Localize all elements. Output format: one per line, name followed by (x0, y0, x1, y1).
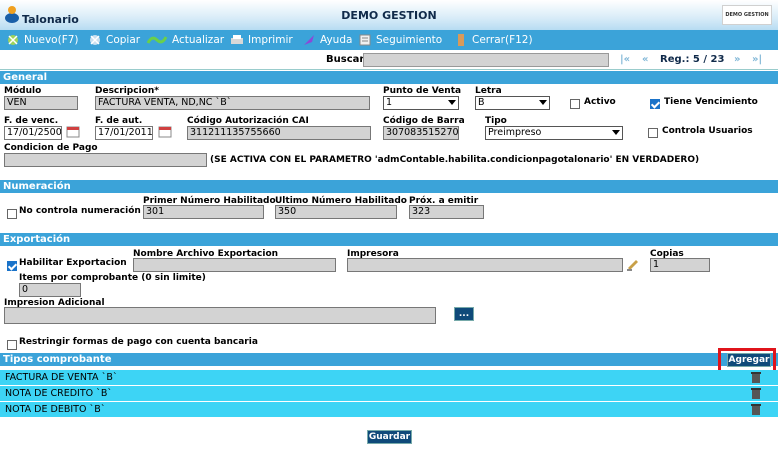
copias-field[interactable]: 1 (650, 258, 710, 272)
letra-label: Letra (475, 86, 502, 96)
modulo-field[interactable]: VEN (4, 96, 78, 110)
calendar-icon[interactable] (158, 124, 172, 141)
impresion-adicional-field[interactable] (4, 307, 436, 324)
no-controla-checkbox[interactable] (7, 209, 17, 219)
section-general: General (0, 71, 778, 84)
items-comprobante-label: Items por comprobante (0 sin limite) (19, 273, 206, 283)
print-icon (231, 35, 243, 44)
prev-record-button[interactable]: « (642, 54, 648, 65)
help-icon (304, 35, 314, 45)
letra-select[interactable]: B (475, 96, 550, 110)
seguimiento-button[interactable]: Seguimiento (358, 33, 442, 47)
first-record-button[interactable]: |« (620, 54, 630, 65)
f-aut-field[interactable]: 17/01/2011 (95, 126, 153, 140)
browse-button[interactable]: ... (454, 307, 474, 321)
last-record-button[interactable]: »| (752, 54, 762, 65)
chevron-down-icon (539, 100, 547, 105)
guardar-button[interactable]: Guardar (367, 430, 412, 444)
archivo-exportacion-field[interactable] (133, 258, 336, 272)
descripcion-field[interactable]: FACTURA VENTA, ND,NC `B` (95, 96, 370, 110)
codigo-barra-label: Código de Barra (383, 116, 465, 126)
section-numeracion: Numeración (0, 180, 778, 193)
toolbar: Nuevo(F7) Copiar Actualizar Imprimir Ayu… (0, 30, 778, 50)
proximo-emitir-field[interactable]: 323 (409, 205, 484, 219)
activo-label: Activo (584, 97, 616, 107)
refresh-icon (146, 36, 168, 44)
punto-venta-select[interactable]: 1 (383, 96, 459, 110)
ultimo-numero-field[interactable]: 350 (275, 205, 397, 219)
tipo-comprobante-row[interactable]: NOTA DE CREDITO `B` (0, 386, 778, 401)
tipo-label: Tipo (485, 116, 507, 126)
restringir-formas-checkbox[interactable] (7, 340, 17, 350)
section-tipos-comprobante: Tipos comprobante (0, 353, 778, 366)
search-bar: Buscar |« « Reg.: 5 / 23 » »| (0, 50, 778, 70)
activo-checkbox[interactable] (570, 99, 580, 109)
cai-field[interactable]: 311211135755660 (187, 126, 371, 140)
controla-usuarios-label: Controla Usuarios (662, 126, 753, 136)
ayuda-button[interactable]: Ayuda (302, 33, 352, 47)
chevron-down-icon (448, 100, 456, 105)
primer-numero-field[interactable]: 301 (143, 205, 264, 219)
cai-label: Código Autorización CAI (187, 116, 309, 126)
tiene-vencimiento-checkbox[interactable] (650, 99, 660, 109)
tipo-comprobante-row[interactable]: FACTURA DE VENTA `B` (0, 370, 778, 385)
app-name: DEMO GESTION (341, 9, 437, 22)
impresora-field[interactable] (347, 258, 623, 272)
section-exportacion: Exportación (0, 233, 778, 246)
f-aut-label: F. de aut. (95, 116, 143, 126)
descripcion-label: Descripcion* (95, 86, 159, 96)
close-icon (458, 34, 464, 46)
condicion-pago-note: (SE ACTIVA CON EL PARAMETRO 'admContable… (210, 155, 700, 165)
tracking-icon (359, 34, 371, 46)
actualizar-button[interactable]: Actualizar (146, 33, 224, 47)
title-bar: Talonario DEMO GESTION DEMO GESTION (0, 0, 778, 30)
imprimir-button[interactable]: Imprimir (230, 33, 293, 47)
calendar-icon[interactable] (66, 124, 80, 141)
next-record-button[interactable]: » (734, 54, 740, 65)
delete-icon[interactable] (750, 403, 762, 421)
no-controla-label: No controla numeración (19, 206, 141, 216)
codigo-barra-field[interactable]: 30708351527006 (383, 126, 459, 140)
condicion-pago-field[interactable] (4, 153, 207, 167)
controla-usuarios-checkbox[interactable] (648, 128, 658, 138)
condicion-pago-label: Condicion de Pago (4, 143, 98, 153)
copiar-button[interactable]: Copiar (88, 33, 140, 47)
copy-icon (90, 35, 100, 45)
f-venc-label: F. de venc. (4, 116, 59, 126)
search-input[interactable] (363, 53, 609, 67)
items-comprobante-field[interactable]: 0 (19, 283, 81, 297)
cerrar-button[interactable]: Cerrar(F12) (454, 33, 533, 47)
habilitar-exportacion-label: Habilitar Exportacion (19, 258, 127, 268)
chevron-down-icon (612, 130, 620, 135)
habilitar-exportacion-checkbox[interactable] (7, 261, 17, 271)
search-label: Buscar (326, 54, 365, 65)
new-icon (8, 35, 18, 45)
nuevo-button[interactable]: Nuevo(F7) (6, 33, 79, 47)
punto-venta-label: Punto de Venta (383, 86, 462, 96)
tiene-vencimiento-label: Tiene Vencimiento (664, 97, 758, 107)
printer-picker-icon[interactable] (626, 258, 640, 275)
modulo-label: Módulo (4, 86, 42, 96)
record-indicator: Reg.: 5 / 23 (660, 54, 725, 65)
tipo-select[interactable]: Preimpreso (485, 126, 623, 140)
restringir-formas-label: Restringir formas de pago con cuenta ban… (19, 337, 258, 347)
brand-logo: DEMO GESTION (722, 5, 772, 25)
f-venc-field[interactable]: 17/01/2500 (4, 126, 62, 140)
tipo-comprobante-row[interactable]: NOTA DE DEBITO `B` (0, 402, 778, 417)
